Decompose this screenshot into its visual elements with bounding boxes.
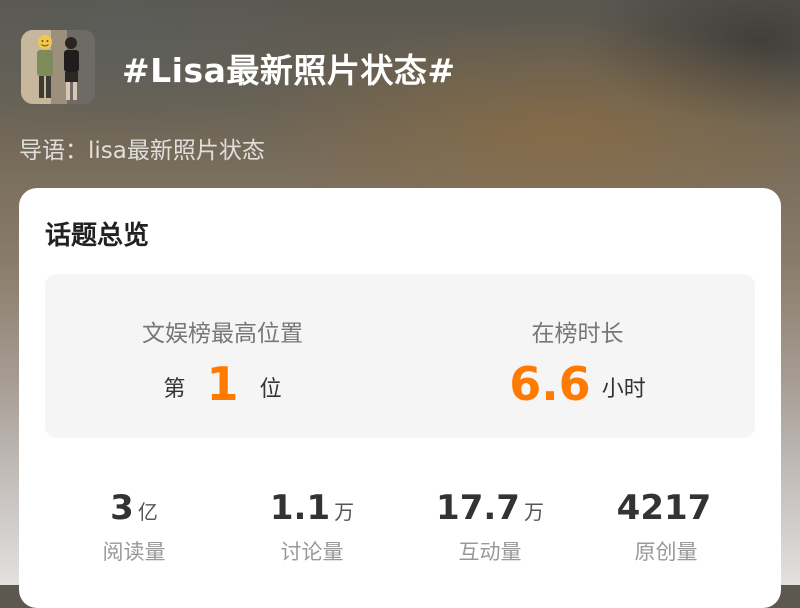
rank-prefix: 第 xyxy=(163,377,186,402)
stat-reads-label: 阅读量 xyxy=(102,540,166,564)
overview-title: 话题总览 xyxy=(45,221,150,251)
topic-photo-image xyxy=(21,30,95,104)
stat-interactions-value: 17.7 xyxy=(436,488,520,528)
duration-value-row: 6.6 小时 xyxy=(400,357,755,416)
stat-interactions-unit: 万 xyxy=(523,500,544,524)
stat-interactions: 17.7 万 互动量 xyxy=(400,488,580,566)
guide-text: 导语：lisa最新照片状态 xyxy=(19,138,265,164)
stat-discussions: 1.1 万 讨论量 xyxy=(222,488,402,566)
stat-originals-value: 4217 xyxy=(616,488,712,528)
stat-discussions-unit: 万 xyxy=(334,500,355,524)
overview-card: 话题总览 文娱榜最高位置 第 1 位 在榜时长 6.6 小时 3亿 阅读量 1.… xyxy=(19,188,781,608)
topic-title[interactable]: #Lisa最新照片状态# xyxy=(122,44,456,92)
stat-interactions-label: 互动量 xyxy=(458,540,522,564)
stat-originals: 4217 原创量 xyxy=(576,488,756,566)
rank-summary-box: 文娱榜最高位置 第 1 位 在榜时长 6.6 小时 xyxy=(45,274,755,438)
highest-rank-label: 文娱榜最高位置 xyxy=(142,321,303,347)
rank-suffix: 位 xyxy=(259,377,282,402)
duration-label: 在榜时长 xyxy=(531,321,624,347)
stat-reads: 3亿 阅读量 xyxy=(44,488,224,566)
stats-row: 3亿 阅读量 1.1 万 讨论量 17.7 万 互动量 4217 原创量 xyxy=(19,488,781,568)
stat-discussions-label: 讨论量 xyxy=(280,540,344,564)
stat-discussions-value: 1.1 xyxy=(269,488,331,528)
duration-unit: 小时 xyxy=(601,377,646,402)
stat-reads-unit: 亿 xyxy=(137,500,158,524)
topic-thumbnail[interactable] xyxy=(21,30,95,104)
duration-value: 6.6 xyxy=(509,357,591,411)
duration-panel: 在榜时长 6.6 小时 xyxy=(400,274,755,438)
stat-reads-value: 3 xyxy=(110,488,134,528)
highest-rank-value-row: 第 1 位 xyxy=(45,357,400,416)
highest-rank-value: 1 xyxy=(206,357,239,411)
highest-rank-panel: 文娱榜最高位置 第 1 位 xyxy=(45,274,400,438)
stat-originals-label: 原创量 xyxy=(634,540,698,564)
